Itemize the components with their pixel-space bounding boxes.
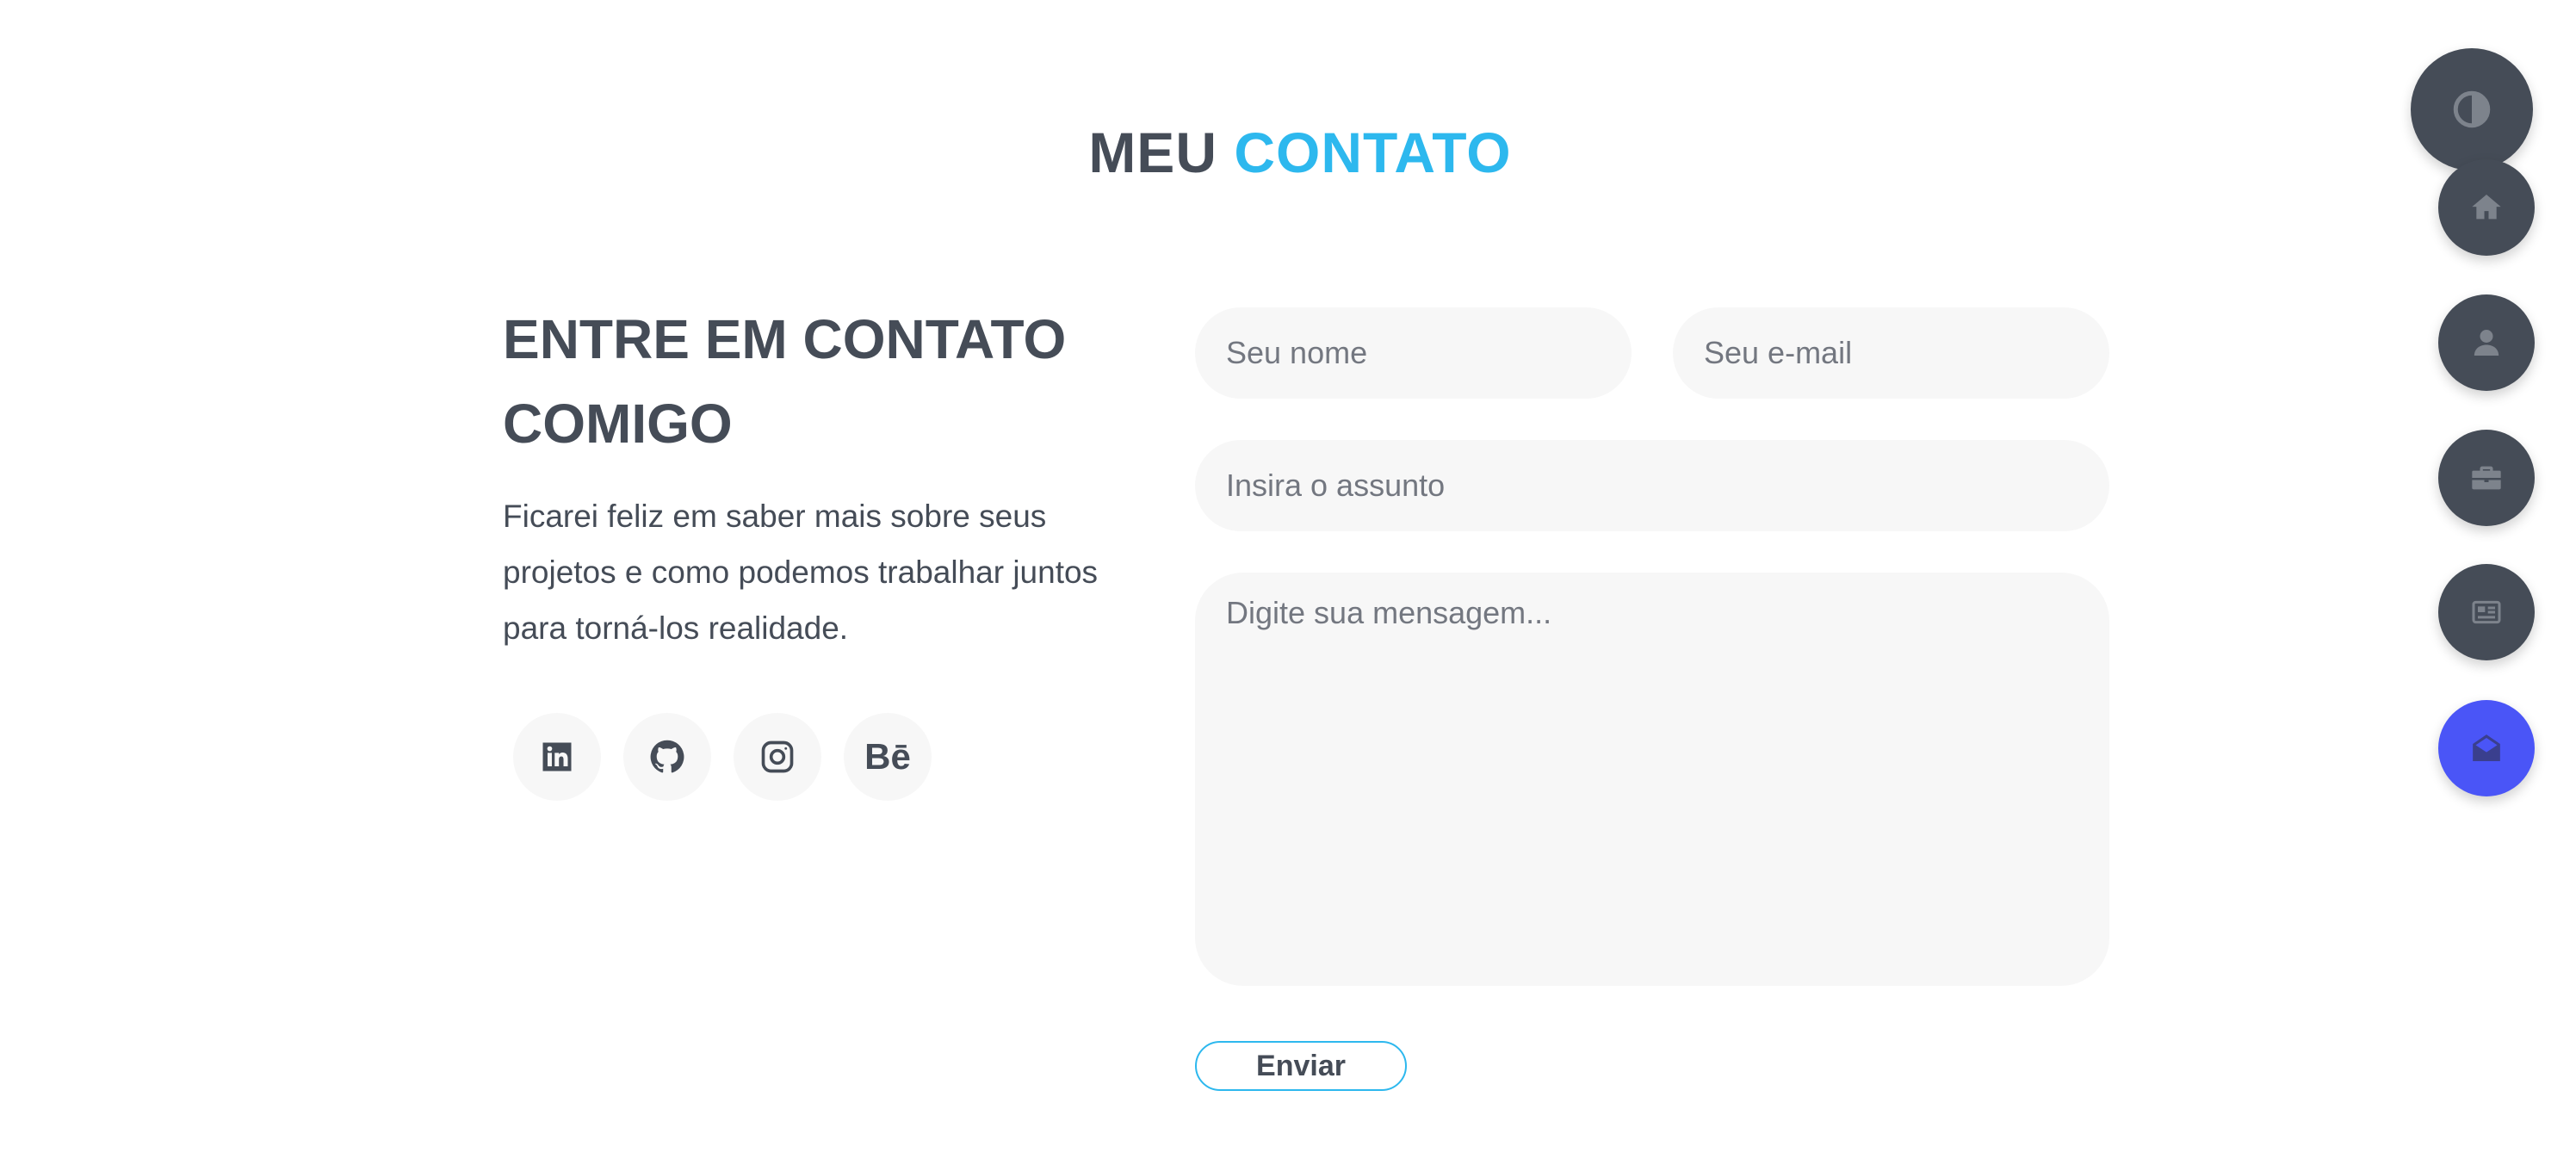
github-icon (650, 740, 684, 773)
behance-link[interactable]: Bē (844, 713, 932, 801)
email-input[interactable] (1673, 307, 2109, 399)
page-title: MEU CONTATO (0, 124, 2576, 181)
linkedin-icon (542, 742, 572, 771)
subject-input[interactable] (1195, 440, 2109, 531)
linkedin-link[interactable] (513, 713, 601, 801)
contact-intro-text: Ficarei feliz em saber mais sobre seus p… (503, 499, 1099, 646)
user-icon (2474, 330, 2499, 356)
nav-blog-button[interactable] (2438, 564, 2535, 660)
envelope-open-icon (2473, 734, 2500, 761)
nav-about-button[interactable] (2438, 294, 2535, 391)
nav-home-button[interactable] (2438, 159, 2535, 256)
page-title-main: MEU (1088, 121, 1217, 185)
instagram-link[interactable] (734, 713, 821, 801)
theme-toggle-button[interactable] (2411, 48, 2533, 170)
behance-icon: Bē (864, 736, 911, 777)
social-links: Bē (513, 713, 932, 801)
newspaper-icon (2472, 600, 2501, 624)
send-button[interactable]: Enviar (1195, 1041, 1407, 1091)
nav-contact-button[interactable] (2438, 700, 2535, 796)
page-title-accent: CONTATO (1234, 121, 1512, 185)
instagram-icon (761, 740, 794, 773)
theme-toggle-icon (2453, 90, 2491, 128)
name-input[interactable] (1195, 307, 1632, 399)
github-link[interactable] (623, 713, 711, 801)
home-icon (2472, 195, 2501, 220)
nav-portfolio-button[interactable] (2438, 430, 2535, 526)
message-textarea[interactable] (1195, 573, 2109, 986)
briefcase-icon (2472, 466, 2501, 490)
contact-heading: ENTRE EM CONTATO COMIGO (503, 308, 1067, 455)
